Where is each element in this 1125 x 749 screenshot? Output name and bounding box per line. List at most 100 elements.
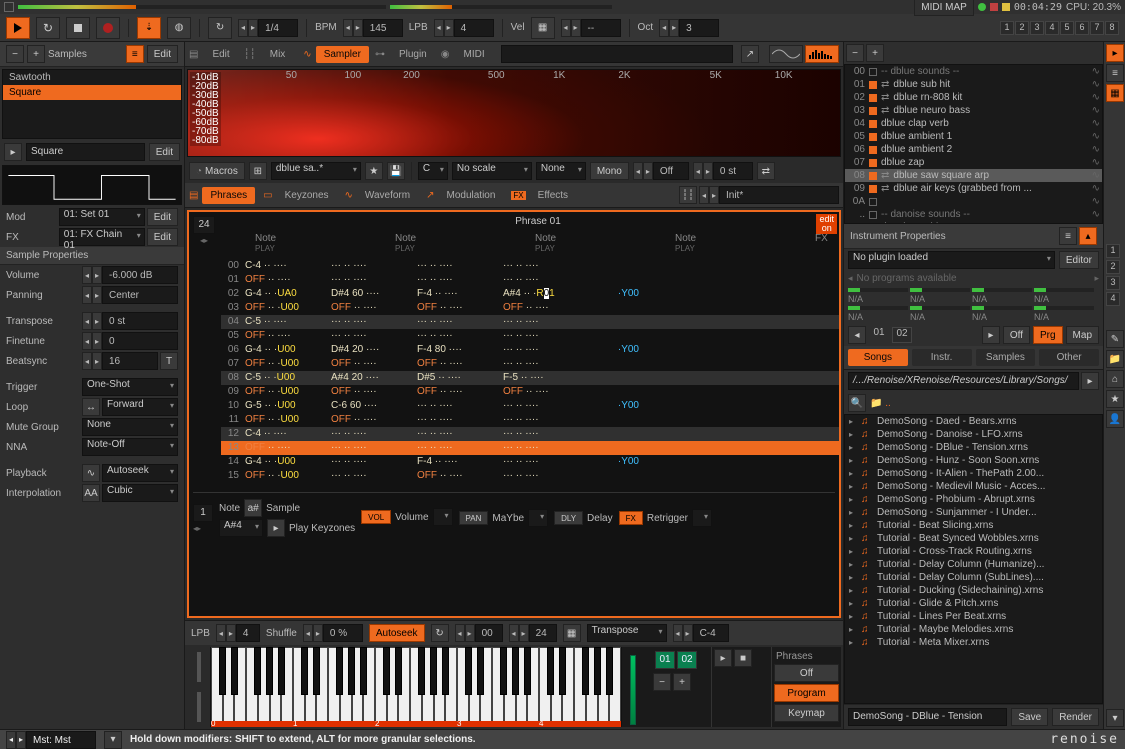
trigger-select[interactable]: One-Shot (82, 378, 178, 396)
piano-key-black[interactable] (336, 647, 343, 695)
file-row[interactable]: ▸♫DemoSong - DBlue - Tension.xrns (845, 441, 1102, 454)
sample-list-mode[interactable]: ≡ (126, 45, 144, 63)
fxcol-tag[interactable]: FX (619, 511, 643, 525)
rtool-home[interactable]: ⌂ (1106, 370, 1124, 388)
piano-key-black[interactable] (383, 647, 390, 695)
fx-mode[interactable] (692, 509, 712, 527)
col-count[interactable]: 1 (193, 504, 213, 522)
oct-spinner[interactable]: ◂▸3 (659, 19, 719, 37)
track-expand[interactable]: ▾ (104, 731, 122, 749)
instrument-row[interactable]: 03⇄dblue neuro bass∿ (845, 104, 1102, 117)
plugin-editor-button[interactable]: Editor (1059, 251, 1099, 269)
piano-key-black[interactable] (547, 647, 554, 695)
vel-spinner[interactable]: ◂▸-- (561, 19, 621, 37)
render-button[interactable]: Render (1052, 708, 1099, 726)
phrase-list-view[interactable]: ┆┆ (679, 186, 697, 204)
phrase-rows[interactable]: 00C-4 ·· ···· ··· ·· ···· ··· ·· ···· ··… (221, 259, 841, 483)
instrument-row[interactable]: 08⇄dblue saw square arp∿ (845, 169, 1102, 182)
subtab-phrases[interactable]: Phrases (202, 187, 255, 204)
piano-key-black[interactable] (360, 647, 367, 695)
preset-fav[interactable]: ★ (365, 162, 383, 180)
piano-key-black[interactable] (500, 647, 507, 695)
sample-list[interactable]: Sawtooth Square (2, 69, 182, 139)
glide-spinner[interactable]: ◂▸Off (633, 162, 689, 180)
props-expand[interactable]: ▴ (1079, 227, 1097, 245)
tab-sampler[interactable]: Sampler (316, 46, 369, 63)
browser-search[interactable]: 🔍 (848, 394, 866, 412)
fx-select[interactable]: 01: FX Chain 01 (59, 228, 145, 246)
autoseek-button[interactable]: Autoseek (369, 624, 425, 642)
browser-path[interactable]: /.../Renoise/XRenoise/Resources/Library/… (848, 372, 1079, 390)
finetune-spinner[interactable]: ◂▸0 (82, 332, 178, 350)
preset-save[interactable]: 💾 (387, 162, 405, 180)
subtab-modulation[interactable]: Modulation (439, 187, 504, 204)
vol-tag[interactable]: VOL (361, 510, 391, 524)
detach-button[interactable]: ↗ (741, 45, 759, 63)
piano-key-black[interactable] (266, 647, 273, 695)
velocity-meter[interactable] (621, 647, 651, 727)
piano-key-black[interactable] (465, 647, 472, 695)
macro-slider[interactable]: N/A (910, 288, 970, 304)
lpb-spinner[interactable]: ◂▸4 (434, 19, 494, 37)
phrases-off[interactable]: Off (774, 664, 839, 682)
file-row[interactable]: ▸♫DemoSong - Danoise - LFO.xrns (845, 428, 1102, 441)
playkz-toggle[interactable]: ▸ (267, 519, 285, 537)
macro-prg[interactable]: Prg (1033, 326, 1063, 344)
search-input[interactable] (501, 45, 733, 63)
piano-key-black[interactable] (524, 647, 531, 695)
macro-slider[interactable]: N/A (972, 288, 1032, 304)
browser-up[interactable]: ▸ (1081, 372, 1099, 390)
pos-spinner[interactable]: ◂▸00 (455, 624, 503, 642)
mono-button[interactable]: Mono (590, 162, 629, 180)
browser-tab-songs[interactable]: Songs (848, 349, 908, 366)
rslot-1[interactable]: 1 (1106, 244, 1120, 258)
mutegroup-select[interactable]: None (82, 418, 178, 436)
macro-slider[interactable]: N/A (848, 288, 908, 304)
rtool-1[interactable]: ≡ (1106, 64, 1124, 82)
piano-key-black[interactable] (348, 647, 355, 695)
record-button[interactable] (96, 17, 120, 39)
panning-spinner[interactable]: ◂▸Center (82, 286, 178, 304)
stop-button[interactable] (66, 17, 90, 39)
bpm-spinner[interactable]: ◂▸145 (343, 19, 403, 37)
instrument-row[interactable]: ..-- danoise sounds --∿ (845, 208, 1102, 221)
sample-waveform[interactable] (2, 165, 182, 205)
piano-key-black[interactable] (418, 647, 425, 695)
sample-add-button[interactable]: + (27, 45, 45, 63)
phrase-pad-add[interactable]: + (673, 673, 691, 691)
instrument-row[interactable]: 02⇄dblue rn-808 kit∿ (845, 91, 1102, 104)
loop-phrase[interactable]: ↻ (431, 624, 449, 642)
metronome-button[interactable]: ◍ (167, 17, 191, 39)
sample-edit-button[interactable]: Edit (149, 143, 180, 161)
volume-spinner[interactable]: ◂▸-6.000 dB (82, 266, 178, 284)
file-row[interactable]: ▸♫DemoSong - It-Alien - ThePath 2.00... (845, 467, 1102, 480)
sample-item-sawtooth[interactable]: Sawtooth (3, 70, 181, 85)
preset-prev[interactable]: ⊞ (249, 162, 267, 180)
transpose-spinner[interactable]: ◂▸0 st (82, 312, 178, 330)
sample-col-toggle[interactable]: a# (244, 499, 262, 517)
tab-edit[interactable]: Edit (204, 46, 237, 63)
nna-select[interactable]: Note-Off (82, 438, 178, 456)
phrase-preset[interactable]: ◂▸Init* (699, 186, 839, 204)
macro-set-b[interactable]: 02 (892, 327, 912, 343)
file-row[interactable]: ▸♫Tutorial - Beat Synced Wobbles.xrns (845, 532, 1102, 545)
macro-slider[interactable]: N/A (1034, 288, 1094, 304)
pan-tag[interactable]: PAN (459, 511, 489, 525)
piano-key-black[interactable] (430, 647, 437, 695)
save-button[interactable]: Save (1011, 708, 1048, 726)
phrase-stop[interactable]: ■ (734, 649, 752, 667)
macro-next[interactable]: ▸ (982, 326, 1000, 344)
inst-transpose-spinner[interactable]: ◂▸0 st (693, 162, 753, 180)
chord-select[interactable]: None (536, 162, 586, 180)
len-spinner[interactable]: ◂▸24 (509, 624, 557, 642)
piano-key-black[interactable] (278, 647, 285, 695)
instrument-row[interactable]: 07dblue zap∿ (845, 156, 1102, 169)
mod-wheel[interactable] (197, 692, 201, 722)
file-row[interactable]: ▸♫Tutorial - Cross-Track Routing.xrns (845, 545, 1102, 558)
macros-button[interactable]: ◔Macros (189, 162, 245, 180)
instrument-row[interactable]: 01⇄dblue sub hit∿ (845, 78, 1102, 91)
playback-select[interactable]: Autoseek (102, 464, 178, 482)
play-button[interactable] (6, 17, 30, 39)
file-row[interactable]: ▸♫DemoSong - Daed - Bears.xrns (845, 415, 1102, 428)
rtool-user[interactable]: 👤 (1106, 410, 1124, 428)
